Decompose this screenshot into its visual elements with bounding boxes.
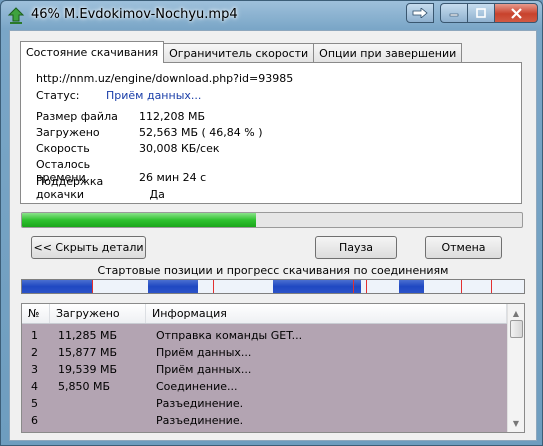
connection-start-marker <box>353 280 355 293</box>
column-header-downloaded[interactable]: Загружено <box>50 304 146 323</box>
cell-downloaded: 5,850 МБ <box>58 380 111 393</box>
info-row-resume-support: Поддержка докачки Да <box>36 175 165 201</box>
connection-start-marker <box>461 280 463 293</box>
status-label: Статус: <box>36 89 80 102</box>
list-item[interactable]: 3 19,539 МБ Приём данных... <box>22 361 507 378</box>
tab-download-status[interactable]: Состояние скачивания <box>20 41 165 63</box>
dialog-client: Состояние скачивания Ограничитель скорос… <box>9 30 537 441</box>
list-item[interactable]: 5 Разъединение. <box>22 395 507 412</box>
download-url: http://nnm.uz/engine/download.php?id=939… <box>36 72 294 85</box>
cell-downloaded: 11,285 МБ <box>58 329 118 342</box>
arrow-right-icon[interactable] <box>406 3 434 23</box>
info-value: 30,008 КБ/сек <box>139 142 220 155</box>
connection-start-marker <box>212 280 214 293</box>
minimize-button[interactable] <box>440 3 467 23</box>
vertical-scrollbar[interactable]: ▲ ▼ <box>507 304 524 432</box>
cell-number: 1 <box>31 329 38 342</box>
maximize-button[interactable] <box>467 3 494 23</box>
close-icon <box>510 7 522 19</box>
column-header-info[interactable]: Информация <box>146 304 507 323</box>
cell-number: 3 <box>31 363 38 376</box>
scrollbar-thumb[interactable] <box>510 320 523 338</box>
title-bar[interactable]: 46% M.Evdokimov-Nochyu.mp4 <box>1 1 542 31</box>
cell-info: Разъединение. <box>156 397 244 410</box>
info-row-downloaded: Загружено 52,563 МБ ( 46,84 % ) <box>36 126 263 139</box>
info-label: Скорость <box>36 142 90 155</box>
download-window: 46% M.Evdokimov-Nochyu.mp4 Состояние ска… <box>0 0 543 446</box>
connection-segment <box>398 280 424 293</box>
status-value: Приём данных... <box>106 89 202 102</box>
connection-start-marker <box>92 280 94 293</box>
connections-title: Стартовые позиции и прогресс скачивания … <box>97 264 449 277</box>
cell-info: Отправка команды GET... <box>156 329 303 342</box>
connection-segment <box>22 280 93 293</box>
cell-number: 6 <box>31 414 38 427</box>
download-progress-bar <box>21 212 523 228</box>
list-item[interactable]: 2 15,877 МБ Приём данных... <box>22 344 507 361</box>
list-item[interactable]: 4 5,850 МБ Соединение... <box>22 378 507 395</box>
caption-buttons <box>406 3 538 23</box>
connection-start-marker <box>365 280 367 293</box>
list-header: № Загружено Информация <box>22 304 507 324</box>
cell-info: Соединение... <box>156 380 238 393</box>
connection-segment <box>147 280 198 293</box>
info-label: Размер файла <box>36 110 118 123</box>
connection-segment <box>273 280 361 293</box>
info-value: 112,208 МБ <box>139 110 206 123</box>
chevron-down-icon[interactable]: ▼ <box>509 416 523 430</box>
connections-list: № Загружено Информация 1 11,285 МБ Отправк… <box>21 303 525 433</box>
pause-button[interactable]: Пауза <box>315 236 397 259</box>
tab-completion-options[interactable]: Опции при завершении <box>313 43 463 62</box>
connections-progress-bar <box>21 279 525 294</box>
cell-info: Разъединение. <box>156 414 244 427</box>
info-row-file-size: Размер файла 112,208 МБ <box>36 110 205 123</box>
status-panel: http://nnm.uz/engine/download.php?id=939… <box>20 62 522 204</box>
info-label: Загружено <box>36 126 100 139</box>
tab-speed-limiter[interactable]: Ограничитель скорости <box>163 43 315 62</box>
list-item[interactable]: 1 11,285 МБ Отправка команды GET... <box>22 327 507 344</box>
maximize-icon <box>476 8 486 18</box>
download-progress-fill <box>22 213 257 227</box>
cancel-button[interactable]: Отмена <box>425 236 502 259</box>
cell-info: Приём данных... <box>156 346 252 359</box>
cell-info: Приём данных... <box>156 363 252 376</box>
cell-number: 2 <box>31 346 38 359</box>
chevron-up-icon[interactable]: ▲ <box>509 306 523 320</box>
window-title: 46% M.Evdokimov-Nochyu.mp4 <box>31 7 238 22</box>
cell-number: 5 <box>31 397 38 410</box>
minimize-icon <box>449 13 459 17</box>
info-row-speed: Скорость 30,008 КБ/сек <box>36 142 220 155</box>
connection-start-marker <box>491 280 493 293</box>
cell-downloaded: 19,539 МБ <box>58 363 118 376</box>
list-item[interactable]: 6 Разъединение. <box>22 412 507 429</box>
download-arrow-icon <box>7 7 25 24</box>
tab-strip: Состояние скачивания Ограничитель скорос… <box>20 41 463 63</box>
list-rows: 1 11,285 МБ Отправка команды GET... 2 15,87… <box>22 324 507 432</box>
cell-downloaded: 15,877 МБ <box>58 346 118 359</box>
info-value: 52,563 МБ ( 46,84 % ) <box>139 126 263 139</box>
info-label: Поддержка докачки <box>36 175 104 201</box>
column-header-number[interactable]: № <box>22 304 50 323</box>
info-value: Да <box>139 188 165 201</box>
hide-details-button[interactable]: << Скрыть детали <box>31 236 146 259</box>
close-button[interactable] <box>494 3 538 23</box>
cell-number: 4 <box>31 380 38 393</box>
